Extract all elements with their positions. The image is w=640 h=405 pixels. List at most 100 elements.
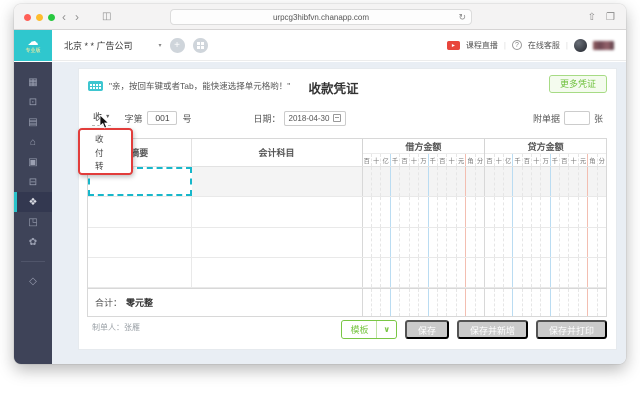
amount-digit-cell[interactable] [466, 258, 475, 287]
amount-digit-cell[interactable] [541, 228, 550, 257]
voucher-type-option[interactable]: 付 [95, 147, 131, 161]
voucher-type-option[interactable]: 收 [95, 133, 131, 147]
share-icon[interactable]: ⇧ [588, 12, 596, 23]
amount-digit-cell[interactable] [372, 197, 381, 226]
voucher-type-option[interactable]: 转 [95, 160, 131, 174]
sidebar-item-salary[interactable]: ⊟ [14, 172, 52, 192]
amount-digit-cell[interactable] [495, 197, 504, 226]
amount-digit-cell[interactable] [495, 228, 504, 257]
amount-digit-cell[interactable] [569, 197, 578, 226]
amount-digit-cell[interactable] [438, 228, 447, 257]
sidebar-item-inventory[interactable]: ▣ [14, 152, 52, 172]
amount-digit-cell[interactable] [541, 258, 550, 287]
save-and-print-button[interactable]: 保存并打印 [536, 320, 607, 339]
amount-digit-cell[interactable] [410, 197, 419, 226]
amount-digit-cell[interactable] [429, 197, 438, 226]
amount-digit-cell[interactable] [523, 289, 532, 316]
amount-digit-cell[interactable] [532, 258, 541, 287]
sidebar-item-accounts[interactable]: ◳ [14, 212, 52, 232]
amount-digit-cell[interactable] [391, 228, 400, 257]
amount-digit-cell[interactable] [513, 289, 522, 316]
amount-digit-cell[interactable] [541, 167, 550, 196]
debit-amount-cell[interactable] [363, 258, 485, 287]
amount-digit-cell[interactable] [429, 258, 438, 287]
template-button[interactable]: 模板 ∨ [341, 320, 397, 339]
amount-digit-cell[interactable] [588, 167, 597, 196]
amount-digit-cell[interactable] [523, 167, 532, 196]
amount-digit-cell[interactable] [551, 197, 560, 226]
account-cell[interactable] [192, 197, 363, 226]
amount-digit-cell[interactable] [560, 258, 569, 287]
amount-digit-cell[interactable] [466, 289, 475, 316]
amount-digit-cell[interactable] [579, 167, 588, 196]
amount-digit-cell[interactable] [495, 289, 504, 316]
amount-digit-cell[interactable] [598, 228, 606, 257]
amount-digit-cell[interactable] [363, 289, 372, 316]
amount-digit-cell[interactable] [569, 167, 578, 196]
amount-digit-cell[interactable] [513, 167, 522, 196]
amount-digit-cell[interactable] [569, 228, 578, 257]
amount-digit-cell[interactable] [504, 197, 513, 226]
tabs-overview-icon[interactable]: ❐ [606, 12, 615, 23]
amount-digit-cell[interactable] [400, 197, 409, 226]
amount-digit-cell[interactable] [485, 258, 494, 287]
close-window-button[interactable] [24, 14, 31, 21]
account-cell[interactable] [192, 167, 363, 196]
amount-digit-cell[interactable] [391, 289, 400, 316]
amount-digit-cell[interactable] [532, 228, 541, 257]
amount-digit-cell[interactable] [363, 167, 372, 196]
amount-digit-cell[interactable] [381, 197, 390, 226]
user-avatar[interactable] [574, 39, 587, 52]
amount-digit-cell[interactable] [551, 289, 560, 316]
date-picker[interactable]: 2018-04-30 [284, 111, 347, 126]
summary-cell[interactable] [88, 258, 192, 287]
sidebar-item-invoice[interactable]: ⊡ [14, 92, 52, 112]
back-icon[interactable]: ‹ [62, 10, 66, 24]
sidebar-item-store[interactable]: ◇ [14, 271, 52, 291]
amount-digit-cell[interactable] [400, 289, 409, 316]
amount-digit-cell[interactable] [485, 167, 494, 196]
amount-digit-cell[interactable] [419, 197, 428, 226]
amount-digit-cell[interactable] [457, 197, 466, 226]
amount-digit-cell[interactable] [513, 258, 522, 287]
amount-digit-cell[interactable] [457, 289, 466, 316]
amount-digit-cell[interactable] [579, 197, 588, 226]
attachment-count-input[interactable] [564, 111, 590, 125]
summary-cell[interactable] [88, 197, 192, 226]
amount-digit-cell[interactable] [466, 228, 475, 257]
amount-digit-cell[interactable] [400, 258, 409, 287]
amount-digit-cell[interactable] [541, 197, 550, 226]
account-cell[interactable] [192, 258, 363, 287]
sidebar-item-settings[interactable]: ✿ [14, 232, 52, 252]
forward-icon[interactable]: › [75, 10, 79, 24]
amount-digit-cell[interactable] [551, 258, 560, 287]
amount-digit-cell[interactable] [569, 289, 578, 316]
amount-digit-cell[interactable] [504, 228, 513, 257]
amount-digit-cell[interactable] [504, 289, 513, 316]
amount-digit-cell[interactable] [476, 258, 484, 287]
amount-digit-cell[interactable] [410, 228, 419, 257]
account-cell[interactable] [192, 228, 363, 257]
voucher-number-input[interactable] [147, 111, 177, 125]
credit-amount-cell[interactable] [484, 197, 606, 226]
amount-digit-cell[interactable] [476, 167, 484, 196]
amount-digit-cell[interactable] [410, 258, 419, 287]
amount-digit-cell[interactable] [560, 228, 569, 257]
amount-digit-cell[interactable] [381, 289, 390, 316]
amount-digit-cell[interactable] [476, 228, 484, 257]
credit-amount-cell[interactable] [484, 258, 606, 287]
debit-amount-cell[interactable] [363, 197, 485, 226]
amount-digit-cell[interactable] [391, 197, 400, 226]
amount-digit-cell[interactable] [372, 167, 381, 196]
amount-digit-cell[interactable] [419, 258, 428, 287]
amount-digit-cell[interactable] [447, 228, 456, 257]
amount-digit-cell[interactable] [438, 197, 447, 226]
minimize-window-button[interactable] [36, 14, 43, 21]
amount-digit-cell[interactable] [588, 228, 597, 257]
amount-digit-cell[interactable] [363, 197, 372, 226]
amount-digit-cell[interactable] [598, 289, 606, 316]
chevron-down-icon[interactable]: ∨ [376, 321, 396, 338]
refresh-icon[interactable]: ↻ [458, 12, 466, 23]
sidebar-toggle-icon[interactable]: ◫ [102, 11, 111, 22]
amount-digit-cell[interactable] [447, 289, 456, 316]
